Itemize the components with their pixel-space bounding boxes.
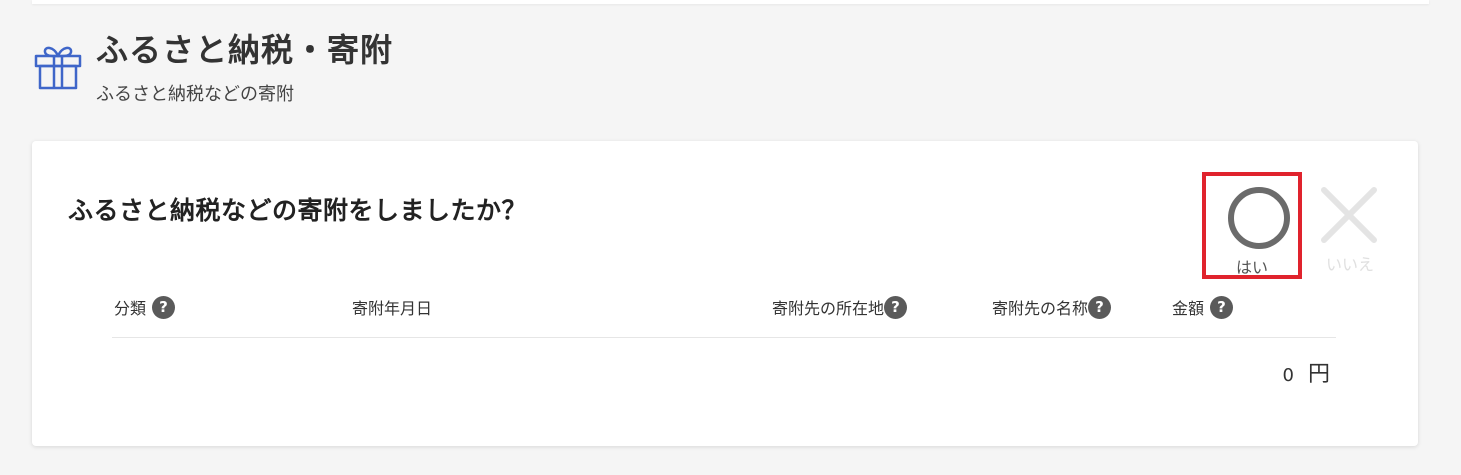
total-unit: 円	[1307, 362, 1330, 387]
column-label: 金額	[1172, 299, 1205, 318]
cross-icon	[1321, 187, 1377, 243]
top-strip	[32, 0, 1429, 4]
column-label: 分類	[114, 299, 147, 318]
help-icon[interactable]: ?	[152, 295, 176, 319]
help-icon[interactable]: ?	[1210, 295, 1234, 319]
donation-card: ふるさと納税などの寄附をしましたか？ はい いいえ 分類 ? 寄附年月日 寄附先…	[32, 141, 1418, 446]
column-label: 寄附年月日	[352, 299, 433, 318]
no-button[interactable]: いいえ	[1312, 176, 1388, 276]
no-label: いいえ	[1325, 255, 1374, 274]
total-value: 0	[1282, 365, 1294, 386]
page-header: ふるさと納税・寄附 ふるさと納税などの寄附	[32, 30, 393, 106]
page-subtitle: ふるさと納税などの寄附	[96, 84, 294, 105]
column-category: 分類 ?	[114, 295, 176, 319]
gift-icon	[34, 46, 82, 90]
table-header: 分類 ? 寄附年月日 寄附先の所在地 ? 寄附先の名称 ? 金額 ?	[112, 291, 1336, 338]
column-location: 寄附先の所在地 ?	[772, 295, 908, 319]
column-label: 寄附先の所在地	[772, 299, 885, 318]
yes-button[interactable]: はい	[1202, 172, 1302, 279]
yes-label: はい	[1235, 258, 1268, 277]
column-label: 寄附先の名称	[992, 299, 1089, 318]
help-icon[interactable]: ?	[1088, 295, 1112, 319]
help-icon[interactable]: ?	[884, 295, 908, 319]
column-name: 寄附先の名称 ?	[992, 295, 1112, 319]
column-amount: 金額 ?	[1172, 295, 1234, 319]
circle-icon	[1228, 187, 1290, 249]
question-text: ふるさと納税などの寄附をしましたか？	[68, 196, 528, 225]
total-amount: 0 円	[1283, 356, 1330, 388]
column-date: 寄附年月日	[352, 295, 432, 319]
page-title: ふるさと納税・寄附	[96, 31, 394, 69]
